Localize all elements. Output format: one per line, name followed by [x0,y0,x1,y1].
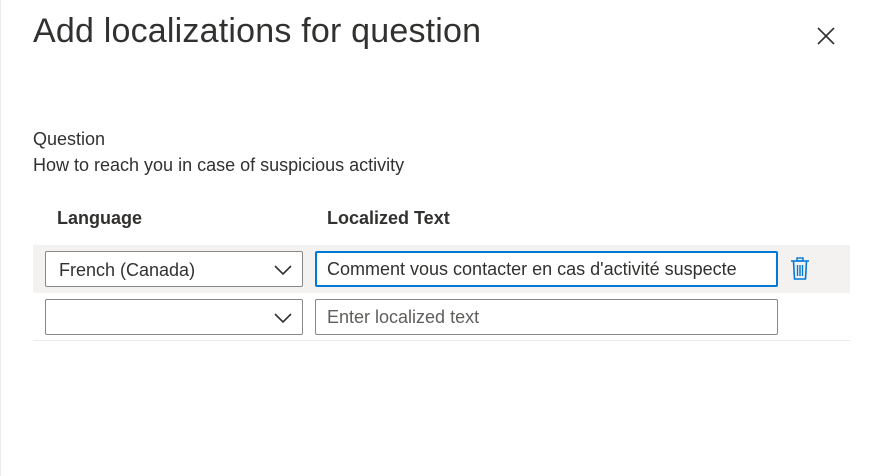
localized-text-input[interactable] [315,299,778,335]
localization-panel: Add localizations for question Question … [0,0,878,476]
localized-text-input[interactable] [315,251,778,287]
panel-title: Add localizations for question [33,12,482,50]
language-dropdown[interactable]: French (Canada) [45,251,303,287]
localization-row [33,293,850,341]
chevron-down-icon [274,265,292,276]
question-text: How to reach you in case of suspicious a… [33,155,405,175]
chevron-down-icon [274,313,292,324]
trash-icon [791,257,809,280]
language-dropdown-value: French (Canada) [59,260,196,280]
language-dropdown[interactable] [45,299,303,335]
question-label: Question [33,129,106,149]
column-header-language: Language [57,208,143,228]
column-header-localized-text: Localized Text [327,208,450,228]
localization-row: French (Canada) [33,245,850,293]
close-button[interactable] [809,19,843,53]
delete-row-button[interactable] [787,256,813,282]
close-icon [817,27,835,45]
